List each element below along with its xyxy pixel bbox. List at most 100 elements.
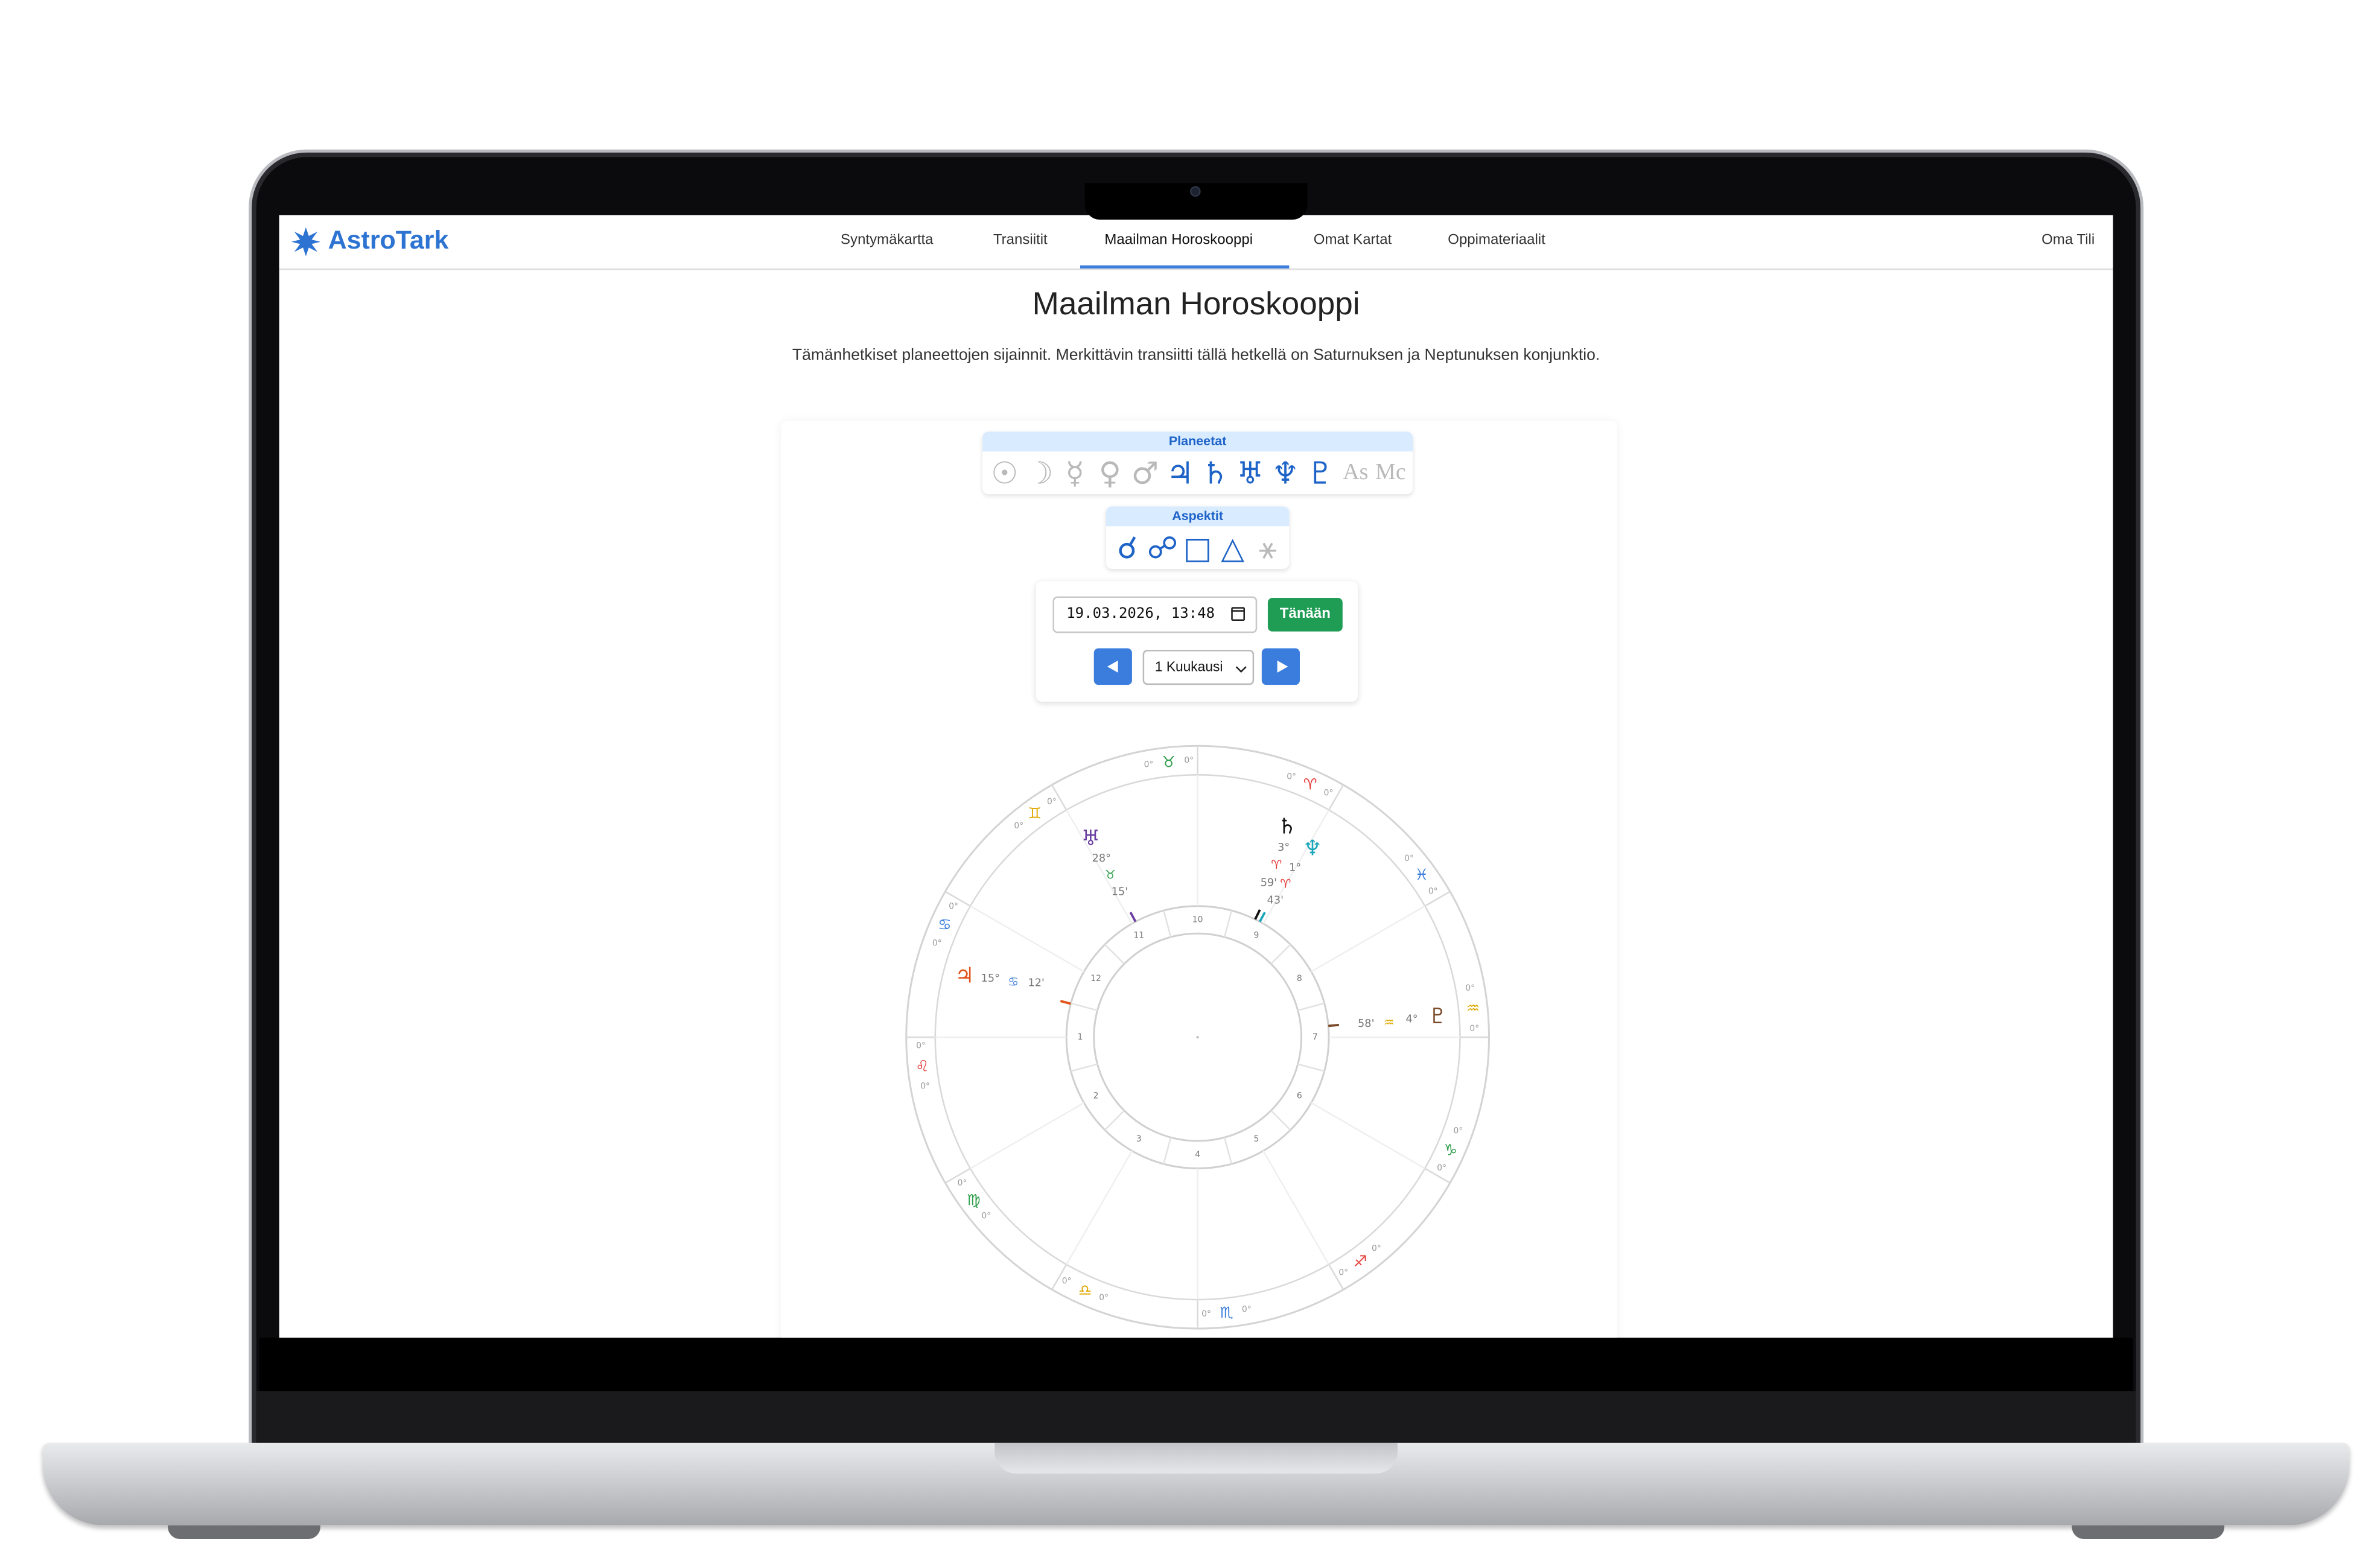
nav-transiitit[interactable]: Transiitit [993,232,1048,249]
zodiac-sign-glyph: ♒ [1466,1000,1480,1017]
aspect-filter-label: Aspektit [1106,506,1290,527]
planet-sign: ♈ [1271,857,1282,872]
next-step-button[interactable] [1261,648,1300,685]
sextile-icon[interactable]: ⚹ [1250,526,1285,569]
house-number: 8 [1297,974,1302,983]
zodiac-degree-label: 0° [1144,760,1154,770]
mars-icon[interactable]: ♂ [1127,451,1162,494]
calendar-icon[interactable] [1231,607,1246,621]
datetime-value: 19.03.2026, 13:48 [1066,605,1215,623]
house-number: 9 [1254,931,1259,941]
planet-tick [1129,912,1137,922]
zodiac-degree-label: 0° [1099,1293,1109,1303]
planet-sign: ♒ [1384,1015,1395,1030]
house-cusp-line [1262,1150,1330,1265]
midheaven-icon[interactable]: Mc [1373,451,1408,494]
neptune-icon[interactable]: ♆ [1268,451,1303,494]
house-number: 12 [1090,974,1101,983]
zodiac-sign-glyph: ♏ [1220,1304,1233,1321]
zodiac-degree-label: 0° [1465,983,1475,993]
house-division [1163,1137,1172,1164]
planet-filter: Planeetat ☉ ☽ ☿ ♀ ♂ ♃ ♄ ♅ ♆ ♇ As Mc [982,431,1413,495]
house-division [1104,1110,1125,1131]
zodiac-degree-label: 0° [1404,854,1414,863]
venus-icon[interactable]: ♀ [1092,451,1127,494]
zodiac-degree-label: 0° [920,1081,930,1091]
today-button[interactable]: Tänään [1267,598,1343,632]
planet-minutes: 58' [1358,1018,1374,1030]
zodiac-degree-label: 0° [1324,789,1334,798]
house-number: 2 [1093,1091,1099,1101]
zodiac-degree-label: 0° [1372,1244,1381,1254]
zodiac-degree-label: 0° [958,1178,967,1188]
jupiter-icon[interactable]: ♃ [1162,451,1197,494]
arrow-left-icon [1106,660,1118,673]
planet-tick [1254,909,1261,920]
nav-syntymakartta[interactable]: Syntymäkartta [841,232,934,249]
nav-omat-kartat[interactable]: Omat Kartat [1314,232,1392,249]
house-cusp-line [970,1102,1084,1169]
app-name: AstroTark [328,226,449,255]
uranus-icon[interactable]: ♅ [1233,451,1268,494]
mercury-icon[interactable]: ☿ [1057,451,1092,494]
opposition-icon[interactable]: ☍ [1145,526,1180,569]
house-division [1270,1110,1291,1131]
app-logo[interactable]: AstroTark [291,224,449,258]
planet-minutes: 15' [1112,886,1128,898]
house-number: 4 [1195,1150,1200,1160]
laptop-scoop [994,1443,1398,1474]
house-number: 5 [1254,1134,1259,1144]
conjunction-icon[interactable]: ☌ [1110,526,1145,569]
planet-filter-label: Planeetat [982,431,1413,452]
house-division [1071,1063,1098,1072]
zodiac-degree-label: 0° [1469,1024,1479,1034]
aspect-filter: Aspektit ☌ ☍ □ △ ⚹ [1106,506,1290,570]
laptop-foot-left [168,1525,320,1539]
nav-oppimateriaalit[interactable]: Oppimateriaalit [1448,232,1545,249]
pluto-icon[interactable]: ♇ [1303,451,1338,494]
square-icon[interactable]: □ [1180,526,1215,569]
house-cusp-line [1066,1150,1133,1265]
datetime-input[interactable]: 19.03.2026, 13:48 [1052,596,1258,634]
house-cusp-line [1311,905,1425,973]
nav-active-indicator [1080,265,1290,268]
zodiac-degree-label: 0° [1338,1268,1348,1277]
nav-maailman-horoskooppi[interactable]: Maailman Horoskooppi [1104,232,1253,249]
planet-tick [1328,1023,1340,1027]
account-link[interactable]: Oma Tili [2041,232,2095,249]
planet-tick [1060,1000,1071,1005]
sun-icon[interactable]: ☉ [987,451,1022,494]
wheel-center [1196,1036,1199,1039]
zodiac-sign-glyph: ♐ [1354,1253,1367,1270]
step-select-value: 1 Kuukausi [1154,659,1223,675]
previous-step-button[interactable] [1093,648,1132,685]
house-cusp-line [970,905,1084,973]
zodiac-sign-glyph: ♋ [938,916,952,933]
saturn-chart-glyph: ♄ [1278,815,1297,839]
planet-degree: 3° [1278,842,1290,854]
house-division [1297,1063,1325,1072]
planet-degree: 4° [1406,1014,1418,1026]
aspect-toggle-row: ☌ ☍ □ △ ⚹ [1106,526,1289,569]
zodiac-degree-label: 0° [1454,1126,1463,1136]
house-division [1223,910,1233,938]
zodiac-degree-label: 0° [1437,1163,1446,1173]
step-select[interactable]: 1 Kuukausi [1142,650,1255,685]
zodiac-degree-label: 0° [1062,1277,1072,1286]
moon-icon[interactable]: ☽ [1022,451,1057,494]
uranus-chart-glyph: ♅ [1081,826,1101,851]
house-cusp-line [1311,1102,1425,1169]
ascendant-icon[interactable]: As [1338,451,1373,494]
zodiac-degree-label: 0° [916,1041,926,1051]
zodiac-degree-label: 0° [1428,886,1438,896]
house-division [1270,944,1291,965]
laptop-chin [256,1391,2136,1449]
planet-sign: ♈ [1280,876,1291,891]
trine-icon[interactable]: △ [1215,526,1250,569]
house-number: 6 [1297,1091,1302,1101]
house-division [1104,944,1125,965]
zodiac-sign-glyph: ♌ [915,1058,929,1075]
planet-minutes: 59' [1261,877,1277,889]
planet-sign: ♉ [1105,868,1116,882]
saturn-icon[interactable]: ♄ [1198,451,1233,494]
